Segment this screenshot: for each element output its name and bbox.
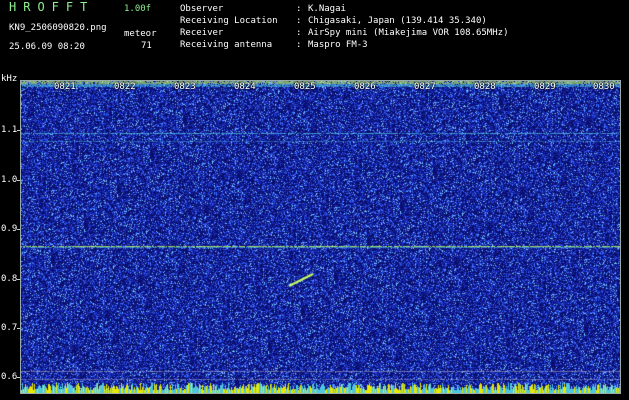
time-tick-label: 0824 bbox=[234, 82, 256, 92]
y-tick-label: 0.7 bbox=[1, 323, 18, 333]
time-tick-label: 0829 bbox=[534, 82, 556, 92]
meteor-count: 71 bbox=[141, 41, 152, 51]
filename-label: KN9_2506090820.png bbox=[9, 23, 107, 33]
y-tick-label: 0.9 bbox=[1, 224, 18, 234]
time-tick-label: 0827 bbox=[414, 82, 436, 92]
app-title: HROFFT bbox=[9, 0, 95, 14]
meta-sep: : bbox=[296, 16, 302, 26]
meta-key-observer: Observer bbox=[180, 4, 224, 14]
version-label: 1.00f bbox=[124, 4, 152, 14]
meta-sep: : bbox=[296, 28, 302, 38]
time-tick-label: 0826 bbox=[354, 82, 376, 92]
datetime-label: 25.06.09 08:20 bbox=[9, 42, 85, 52]
y-tick-label: 1.0 bbox=[1, 175, 18, 185]
meta-value-observer: K.Nagai bbox=[308, 4, 346, 14]
meta-key-location: Receiving Location bbox=[180, 16, 278, 26]
time-tick-label: 0821 bbox=[54, 82, 76, 92]
meta-value-antenna: Maspro FM-3 bbox=[308, 40, 368, 50]
time-tick-label: 0830 bbox=[593, 82, 615, 92]
meta-sep: : bbox=[296, 4, 302, 14]
y-tick-label: 1.1 bbox=[1, 125, 18, 135]
time-tick-label: 0828 bbox=[474, 82, 496, 92]
meteor-label: meteor bbox=[124, 29, 157, 39]
meta-value-location: Chigasaki, Japan (139.414 35.340) bbox=[308, 16, 487, 26]
y-tick-label: 0.6 bbox=[1, 372, 18, 382]
spectrogram-panel bbox=[20, 80, 621, 394]
meta-key-antenna: Receiving antenna bbox=[180, 40, 273, 50]
spectrogram-canvas bbox=[21, 81, 620, 393]
time-tick-label: 0823 bbox=[174, 82, 196, 92]
meta-sep: : bbox=[296, 40, 302, 50]
meta-key-receiver: Receiver bbox=[180, 28, 224, 38]
y-tick-label: 0.8 bbox=[1, 274, 18, 284]
meta-value-receiver: AirSpy mini (Miakejima VOR 108.65MHz) bbox=[308, 28, 509, 38]
time-tick-label: 0822 bbox=[114, 82, 136, 92]
time-tick-label: 0825 bbox=[294, 82, 316, 92]
y-axis-unit: kHz bbox=[1, 74, 18, 84]
